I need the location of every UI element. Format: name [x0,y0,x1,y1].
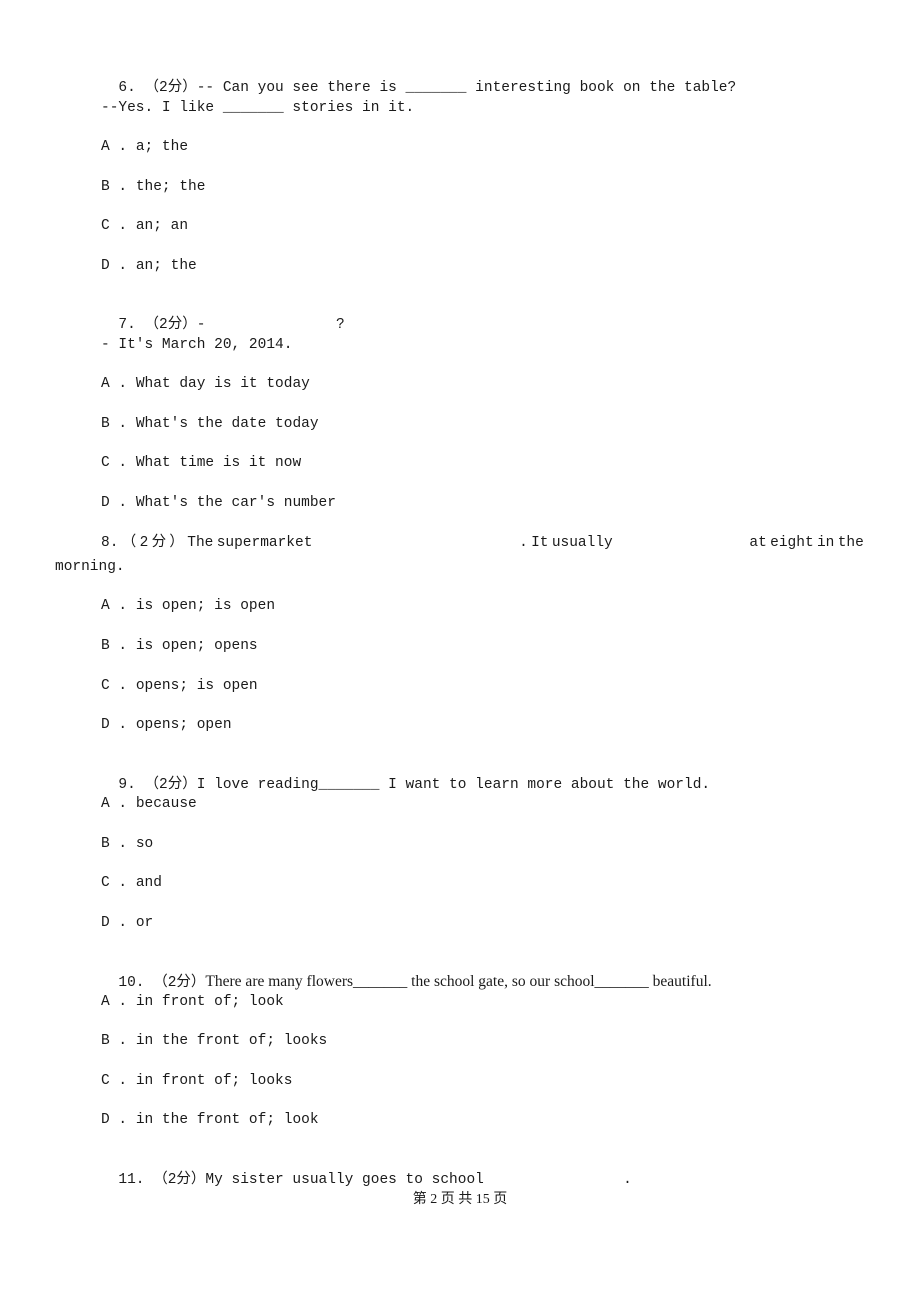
question-number: 9. [118,777,136,793]
question-score: （2分） [153,975,206,991]
question-number: 11. [118,1172,145,1188]
option-d[interactable]: D . opens; open [101,715,232,735]
question-number: 7. [118,317,136,333]
question-8-line-2: morning. [55,559,125,575]
page-footer: 第 2 页 共 15 页 [412,1192,508,1207]
option-a[interactable]: A . in front of; look [101,992,284,1012]
option-c[interactable]: C . in front of; looks [101,1071,292,1091]
option-a[interactable]: A . is open; is open [101,596,275,616]
question-score: （2分） [153,1172,206,1188]
option-a[interactable]: A . a; the [101,137,188,157]
question-7-stem: 7. （2分）- ? [101,295,345,335]
question-7-line-2: - It's March 20, 2014. [101,337,293,353]
option-c[interactable]: C . What time is it now [101,453,301,473]
question-number: 6. [118,80,136,96]
question-text: I love reading_______ I want to learn mo… [196,777,711,793]
question-score: （2分） [144,777,197,793]
option-b[interactable]: B . in the front of; looks [101,1031,327,1051]
question-9-stem: 9. （2分）I love reading_______ I want to l… [101,755,710,795]
question-6-stem: 6. （2分）-- Can you see there is _______ i… [101,58,736,98]
question-11-stem: 11. （2分）My sister usually goes to school… [101,1150,632,1190]
question-number: 10. [118,975,145,991]
option-c[interactable]: C . and [101,873,162,893]
option-c[interactable]: C . opens; is open [101,676,258,696]
option-b[interactable]: B . so [101,834,153,854]
option-a[interactable]: A . What day is it today [101,374,310,394]
option-d[interactable]: D . an; the [101,256,197,276]
question-text: - ? [196,317,345,333]
option-d[interactable]: D . in the front of; look [101,1110,319,1130]
option-b[interactable]: B . is open; opens [101,636,258,656]
option-d[interactable]: D . or [101,913,153,933]
question-score: （2分） [144,80,197,96]
question-text: There are many flowers_______ the school… [205,973,712,990]
question-8-stem: 8. （ 2 分 ） The supermarket . It usually … [101,535,864,551]
option-b[interactable]: B . the; the [101,177,205,197]
option-a[interactable]: A . because [101,794,197,814]
question-score: （2分） [144,317,197,333]
question-10-stem: 10. （2分）There are many flowers_______ th… [101,952,712,993]
question-text: -- Can you see there is _______ interest… [196,80,737,96]
question-6-line-2: --Yes. I like _______ stories in it. [101,100,415,116]
option-d[interactable]: D . What's the car's number [101,493,336,513]
question-text: My sister usually goes to school . [205,1172,632,1188]
option-c[interactable]: C . an; an [101,216,188,236]
option-b[interactable]: B . What's the date today [101,414,319,434]
